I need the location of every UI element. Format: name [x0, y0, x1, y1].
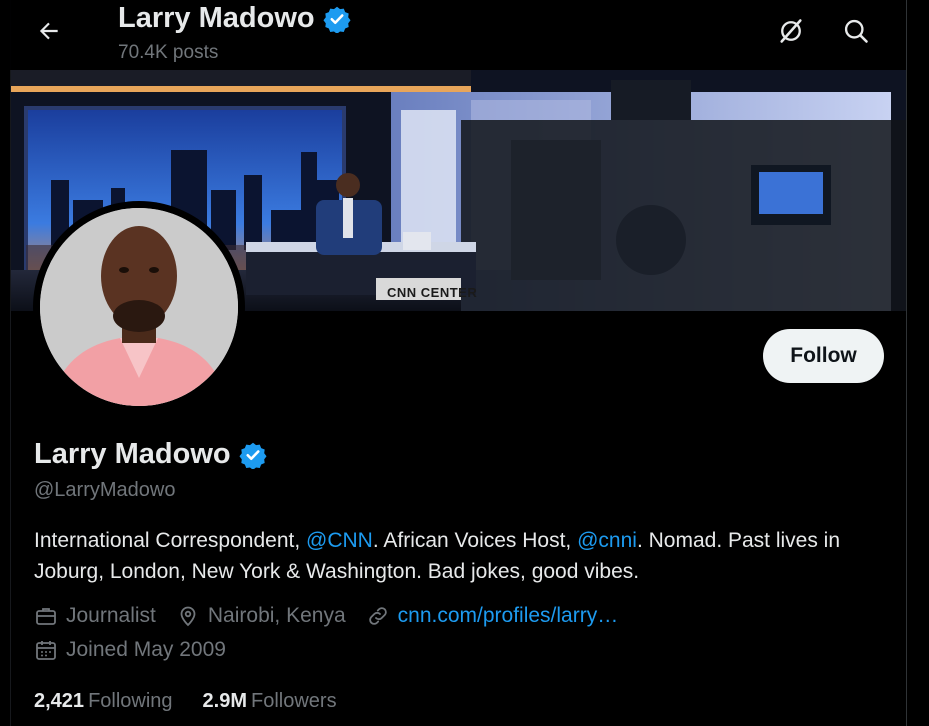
location-pin-icon: [180, 606, 196, 627]
link-icon: [368, 607, 387, 625]
briefcase-icon: [36, 608, 56, 625]
following-label: Following: [88, 690, 173, 712]
joined-text: Joined May 2009: [66, 638, 226, 661]
followers-label: Followers: [251, 690, 337, 712]
header-name-text: Larry Madowo: [118, 2, 315, 34]
bio-text: . African Voices Host,: [372, 529, 578, 552]
profile-meta-row-joined: Joined May 2009: [34, 638, 246, 662]
mention-link-cnni[interactable]: @cnni: [577, 529, 637, 552]
joined-item: Joined May 2009: [34, 638, 226, 662]
search-button[interactable]: [837, 12, 875, 50]
profile-header-bar: Larry Madowo 70.4K posts: [0, 0, 906, 70]
profile-handle: @LarryMadowo: [34, 479, 176, 501]
website-item[interactable]: cnn.com/profiles/larry…: [366, 604, 619, 628]
verified-badge-icon[interactable]: [239, 441, 267, 469]
location-text: Nairobi, Kenya: [207, 604, 346, 627]
profile-name-text: Larry Madowo: [34, 438, 231, 470]
search-icon: [844, 19, 868, 43]
mention-link-cnn[interactable]: @CNN: [306, 529, 373, 552]
following-count: 2,421: [34, 690, 85, 712]
following-link[interactable]: 2,421 Following: [34, 690, 173, 713]
column-border-right: [906, 0, 907, 726]
header-post-count: 70.4K posts: [118, 42, 219, 63]
follow-stats: 2,421 Following 2.9M Followers: [34, 690, 367, 713]
profession-text: Journalist: [66, 604, 156, 627]
grok-icon: [780, 19, 802, 43]
followers-link[interactable]: 2.9M Followers: [203, 690, 337, 713]
website-link[interactable]: cnn.com/profiles/larry…: [398, 604, 619, 628]
profile-meta-row: Journalist Nairobi, Kenya cnn.com/profil…: [34, 604, 638, 628]
grok-button[interactable]: [772, 12, 810, 50]
avatar-image: [40, 208, 238, 406]
arrow-left-icon: [39, 22, 58, 40]
follow-button[interactable]: Follow: [763, 329, 884, 383]
header-name: Larry Madowo: [118, 2, 351, 35]
avatar-photo: [40, 208, 238, 406]
profession-item: Journalist: [34, 604, 156, 628]
followers-count: 2.9M: [202, 690, 248, 712]
profile-name: Larry Madowo: [34, 438, 267, 471]
back-button[interactable]: [30, 12, 68, 50]
banner-studio-sign: CNN CENTER: [387, 285, 478, 300]
bio-text: International Correspondent,: [34, 529, 307, 552]
location-item: Nairobi, Kenya: [176, 604, 346, 628]
verified-badge-icon: [323, 6, 351, 33]
avatar[interactable]: [33, 201, 245, 413]
calendar-icon: [36, 641, 56, 660]
profile-bio: International Correspondent, @CNN. Afric…: [34, 525, 884, 587]
